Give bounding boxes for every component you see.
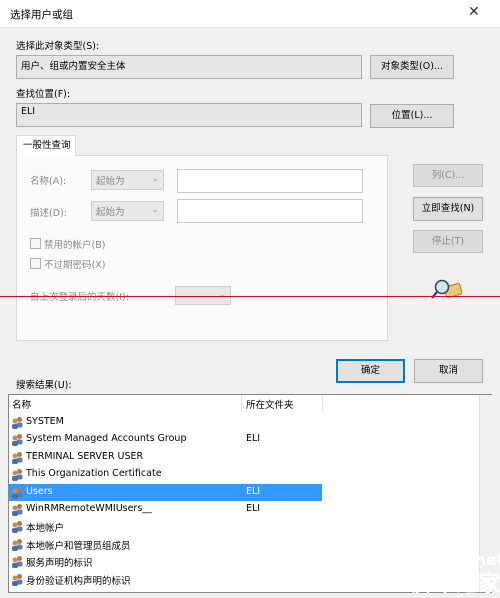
stop-button[interactable]: 停止(T) [413, 230, 483, 253]
object-type-label: 选择此对象类型(S): [16, 41, 100, 52]
annotation-line [0, 296, 500, 297]
group-icon [11, 573, 24, 586]
name-mode-select[interactable]: 起始为 ⌄ [91, 170, 164, 190]
group-icon [11, 503, 24, 516]
column-header-name[interactable]: 名称 [12, 397, 31, 411]
disabled-accounts-checkbox[interactable] [30, 238, 41, 249]
row-folder: ELI [246, 485, 261, 497]
table-row[interactable]: 服务声明的标识 [9, 553, 471, 570]
name-mode-value: 起始为 [96, 176, 125, 187]
results-rows: SYSTEM System Managed Accounts Group ELI TE… [9, 414, 479, 592]
name-label: 名称(A): [30, 176, 67, 187]
group-icon [11, 538, 24, 551]
cancel-button[interactable]: 取消 [414, 359, 483, 383]
row-name: Users [26, 485, 53, 497]
search-results-label: 搜索结果(U): [16, 380, 72, 391]
column-divider[interactable] [322, 395, 323, 412]
row-name: TERMINAL SERVER USER [26, 450, 144, 462]
table-row[interactable]: 身份验证机构声明的标识 [9, 571, 471, 588]
row-name: 本地帐户和管理员组成员 [26, 540, 131, 552]
row-name: 服务声明的标识 [26, 558, 93, 570]
row-folder: ELI [246, 433, 261, 445]
row-name: 身份验证机构声明的标识 [26, 575, 131, 587]
table-row[interactable]: System Managed Accounts Group ELI [9, 431, 471, 448]
description-mode-value: 起始为 [96, 207, 125, 218]
column-header-folder[interactable]: 所在文件夹 [246, 397, 294, 411]
row-name: WinRMRemoteWMIUsers__ [26, 503, 152, 514]
group-icon [11, 451, 24, 464]
object-types-button[interactable]: 对象类型(O)... [370, 55, 454, 79]
table-row[interactable]: 本地帐户 [9, 518, 471, 535]
location-value: ELI [21, 106, 36, 117]
row-name: 本地帐户 [26, 523, 65, 535]
chevron-down-icon: ⌄ [151, 205, 159, 215]
group-icon [11, 433, 24, 447]
description-input[interactable] [177, 199, 363, 223]
location-field: ELI [16, 103, 362, 127]
search-icon [431, 279, 463, 299]
row-name: This Organization Certificate [26, 468, 162, 480]
name-input[interactable] [177, 169, 363, 193]
tab-general-queries[interactable]: 一般性查询 [16, 135, 76, 156]
chevron-down-icon: ⌄ [218, 290, 226, 300]
row-folder: ELI [246, 503, 261, 514]
disabled-accounts-label: 禁用的帐户(B) [44, 240, 106, 251]
group-icon [11, 468, 24, 482]
group-icon [11, 555, 24, 569]
title-bar [0, 0, 500, 28]
row-name: System Managed Accounts Group [26, 433, 187, 445]
object-type-field: 用户、组或内置安全主体 [16, 55, 362, 79]
ok-button[interactable]: 确定 [336, 359, 405, 383]
columns-button[interactable]: 列(C)... [413, 164, 483, 187]
table-row[interactable]: Users ELI [9, 483, 322, 501]
table-row[interactable]: SYSTEM [9, 414, 471, 431]
row-name: SYSTEM [26, 416, 64, 427]
non-expiring-password-label: 不过期密码(X) [44, 260, 106, 271]
locations-button[interactable]: 位置(L)... [370, 104, 454, 128]
table-row[interactable]: TERMINAL SERVER USER [9, 449, 471, 466]
description-mode-select[interactable]: 起始为 ⌄ [91, 201, 164, 221]
search-results-list[interactable]: 名称 所在文件夹 SYSTEM System Managed Accounts G… [8, 394, 492, 593]
table-row[interactable]: This Organization Certificate [9, 466, 471, 483]
close-icon[interactable]: ✕ [468, 4, 480, 20]
group-icon [11, 486, 24, 499]
table-row[interactable]: 本地帐户和管理员组成员 [9, 536, 471, 553]
non-expiring-password-checkbox[interactable] [30, 258, 41, 269]
watermark-brand: 脚本之家 [412, 572, 500, 597]
window-title: 选择用户或组 [10, 9, 73, 21]
table-row[interactable]: WinRMRemoteWMIUsers__ ELI [9, 501, 471, 518]
description-label: 描述(D): [30, 208, 67, 219]
find-now-button[interactable]: 立即查找(N) [413, 197, 483, 221]
object-type-value: 用户、组或内置安全主体 [21, 61, 126, 72]
column-divider[interactable] [241, 395, 242, 412]
group-icon [11, 416, 24, 429]
location-label: 查找位置(F): [16, 89, 71, 100]
chevron-down-icon: ⌄ [151, 174, 159, 184]
group-icon [11, 520, 24, 534]
